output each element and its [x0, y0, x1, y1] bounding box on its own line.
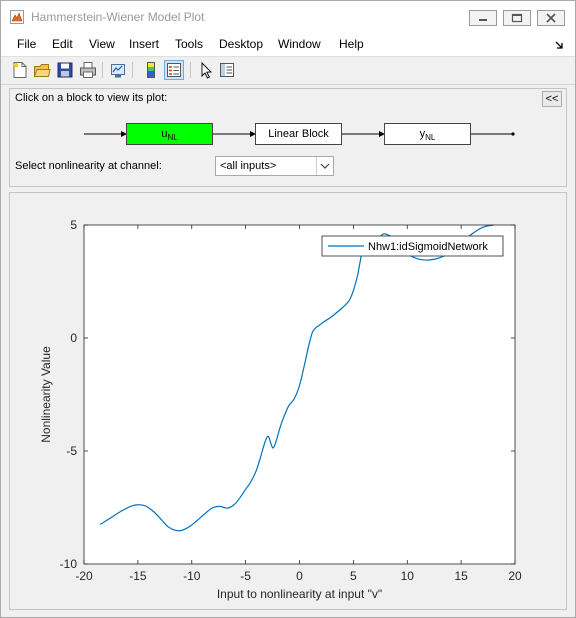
menu-help[interactable]: Help: [339, 37, 364, 51]
menu-desktop[interactable]: Desktop: [219, 37, 263, 51]
x-tick-label: 5: [350, 569, 357, 583]
close-icon: [546, 13, 556, 23]
new-figure-button[interactable]: [11, 61, 29, 79]
legend-button[interactable]: [164, 60, 184, 80]
x-tick-label: 15: [454, 569, 468, 583]
nonlinearity-plot[interactable]: -20 -15 -10 -5 0 5 10 15 20 -10 -5 0 5 Nhw1:idSigmoi…: [10, 193, 566, 609]
dock-arrow-icon[interactable]: [554, 40, 564, 50]
model-block-panel: Click on a block to view its plot: << uN…: [9, 88, 567, 187]
maximize-button[interactable]: [503, 10, 531, 26]
menu-bar: File Edit View Insert Tools Desktop Wind…: [1, 32, 575, 57]
y-axis-label: Nonlinearity Value: [39, 346, 53, 443]
link-plot-button[interactable]: [109, 61, 127, 79]
pointer-button[interactable]: [197, 61, 215, 79]
menu-view[interactable]: View: [89, 37, 115, 51]
x-tick-label: -20: [75, 569, 93, 583]
x-tick-label: 20: [508, 569, 522, 583]
pointer-icon: [201, 61, 213, 79]
x-axis-label: Input to nonlinearity at input "v": [217, 587, 382, 601]
toolbar-separator: [102, 62, 103, 78]
menu-edit[interactable]: Edit: [52, 37, 73, 51]
menu-insert[interactable]: Insert: [129, 37, 159, 51]
save-button[interactable]: [56, 61, 74, 79]
x-tick-label: -15: [129, 569, 147, 583]
open-file-button[interactable]: [33, 61, 51, 79]
new-figure-icon: [13, 62, 27, 78]
save-icon: [57, 62, 73, 78]
property-inspector-icon: [220, 63, 234, 77]
property-inspector-button[interactable]: [218, 61, 236, 79]
chevron-down-icon[interactable]: [316, 157, 333, 175]
toolbar-separator: [132, 62, 133, 78]
menu-window[interactable]: Window: [278, 37, 321, 51]
x-tick-label: 10: [401, 569, 415, 583]
figure-window: Hammerstein-Wiener Model Plot File Edit …: [0, 0, 576, 618]
x-tick-label: -5: [240, 569, 251, 583]
channel-select[interactable]: <all inputs>: [215, 156, 334, 176]
linear-block[interactable]: Linear Block: [255, 123, 342, 145]
colorbar-icon: [147, 62, 155, 78]
input-nonlinearity-block[interactable]: uNL: [126, 123, 213, 145]
legend-entry: Nhw1:idSigmoidNetwork: [368, 241, 488, 253]
print-button[interactable]: [79, 61, 97, 79]
y-tick-label: 5: [70, 218, 77, 232]
colorbar-button[interactable]: [142, 61, 160, 79]
menu-tools[interactable]: Tools: [175, 37, 203, 51]
y-tick-label: -5: [66, 444, 77, 458]
close-button[interactable]: [537, 10, 565, 26]
plot-panel: -20 -15 -10 -5 0 5 10 15 20 -10 -5 0 5 Nhw1:idSigmoi…: [9, 192, 567, 610]
menu-file[interactable]: File: [17, 37, 36, 51]
window-title: Hammerstein-Wiener Model Plot: [31, 10, 205, 24]
print-icon: [80, 62, 96, 78]
legend-icon: [167, 63, 181, 77]
input-block-subscript: NL: [167, 133, 178, 143]
minimize-icon: [479, 19, 487, 21]
minimize-button[interactable]: [469, 10, 497, 26]
y-tick-label: 0: [70, 331, 77, 345]
maximize-icon: [511, 13, 523, 23]
toolbar: [1, 57, 575, 85]
output-nonlinearity-block[interactable]: yNL: [384, 123, 471, 145]
x-tick-label: -10: [183, 569, 201, 583]
open-file-icon: [33, 64, 51, 77]
legend[interactable]: Nhw1:idSigmoidNetwork: [321, 235, 504, 257]
y-tick-label: -10: [60, 557, 78, 571]
matlab-figure-icon: [10, 10, 24, 24]
channel-select-value: <all inputs>: [220, 160, 277, 172]
title-bar[interactable]: Hammerstein-Wiener Model Plot: [1, 1, 575, 32]
toolbar-separator: [190, 62, 191, 78]
channel-select-label: Select nonlinearity at channel:: [15, 160, 162, 172]
x-tick-label: 0: [296, 569, 303, 583]
output-block-subscript: NL: [425, 133, 436, 143]
link-plot-icon: [111, 64, 125, 78]
axes-background: [84, 225, 515, 564]
